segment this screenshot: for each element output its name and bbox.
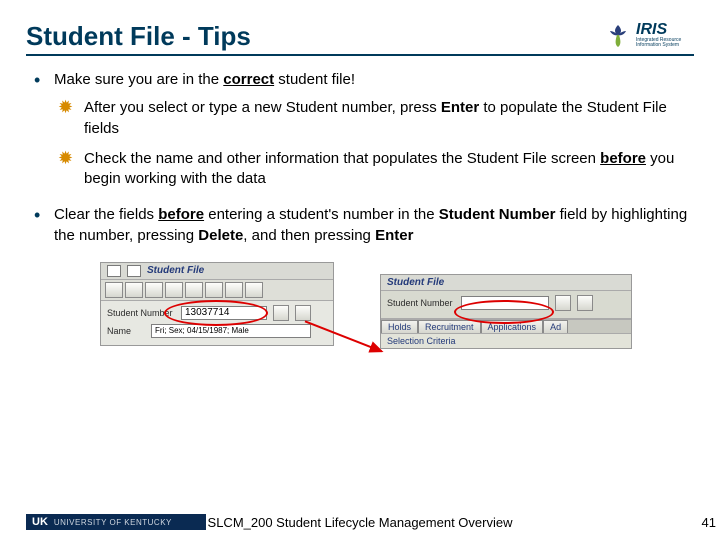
- sub-bullet: ✹ Check the name and other information t…: [54, 149, 694, 190]
- toolbar-button[interactable]: [105, 282, 123, 298]
- panel-title: Student File: [147, 265, 204, 276]
- toolbar: [101, 280, 333, 301]
- title-row: Student File - Tips IRIS Integrated Reso…: [26, 18, 694, 56]
- student-number-label: Student Number: [107, 308, 175, 318]
- tab-strip: Holds Recruitment Applications Ad: [381, 319, 631, 333]
- toolbar-button[interactable]: [225, 282, 243, 298]
- toolbar-button[interactable]: [185, 282, 203, 298]
- edit-button[interactable]: [577, 295, 593, 311]
- toolbar-button[interactable]: [145, 282, 163, 298]
- toolbar-button[interactable]: [245, 282, 263, 298]
- footer-center-text: SLCM_200 Student Lifecycle Management Ov…: [0, 515, 720, 530]
- student-file-panel-left: Student File Student Number 13037714: [100, 262, 334, 346]
- page-title: Student File - Tips: [26, 21, 251, 52]
- name-input[interactable]: Fri; Sex; 04/15/1987; Male: [151, 324, 311, 338]
- name-label: Name: [107, 326, 145, 336]
- tab-applications[interactable]: Applications: [481, 320, 544, 333]
- sub-bullet: ✹ After you select or type a new Student…: [54, 98, 694, 139]
- bullet-item: Make sure you are in the correct student…: [26, 70, 694, 189]
- toolbar-button[interactable]: [165, 282, 183, 298]
- student-number-input-empty[interactable]: [461, 296, 549, 310]
- student-file-panel-right: Student File Student Number Holds Recrui…: [380, 274, 632, 349]
- edit-button[interactable]: [295, 305, 311, 321]
- iris-flower-icon: [604, 21, 632, 49]
- bullet-item: Clear the fields before entering a stude…: [26, 205, 694, 246]
- window-icon: [107, 265, 121, 277]
- logo-text: IRIS: [636, 22, 694, 38]
- toolbar-button[interactable]: [205, 282, 223, 298]
- student-number-input[interactable]: 13037714: [181, 306, 267, 320]
- search-help-button[interactable]: [273, 305, 289, 321]
- window-icon: [127, 265, 141, 277]
- student-number-label: Student Number: [387, 298, 455, 308]
- tab-ad[interactable]: Ad: [543, 320, 568, 333]
- search-help-button[interactable]: [555, 295, 571, 311]
- screenshot-area: Student File Student Number 13037714: [100, 262, 694, 422]
- star-icon: ✹: [58, 149, 73, 167]
- iris-logo: IRIS Integrated Resource Information Sys…: [604, 18, 694, 52]
- tab-holds[interactable]: Holds: [381, 320, 418, 333]
- star-icon: ✹: [58, 98, 73, 116]
- panel-title: Student File: [387, 277, 444, 288]
- footer: UK UNIVERSITY OF KENTUCKY SLCM_200 Stude…: [0, 510, 720, 540]
- bullet-list: Make sure you are in the correct student…: [26, 70, 694, 246]
- page-number: 41: [686, 515, 720, 530]
- tab-recruitment[interactable]: Recruitment: [418, 320, 481, 333]
- toolbar-button[interactable]: [125, 282, 143, 298]
- selection-criteria-bar: Selection Criteria: [381, 333, 631, 348]
- logo-subtext: Integrated Resource Information System: [636, 38, 694, 48]
